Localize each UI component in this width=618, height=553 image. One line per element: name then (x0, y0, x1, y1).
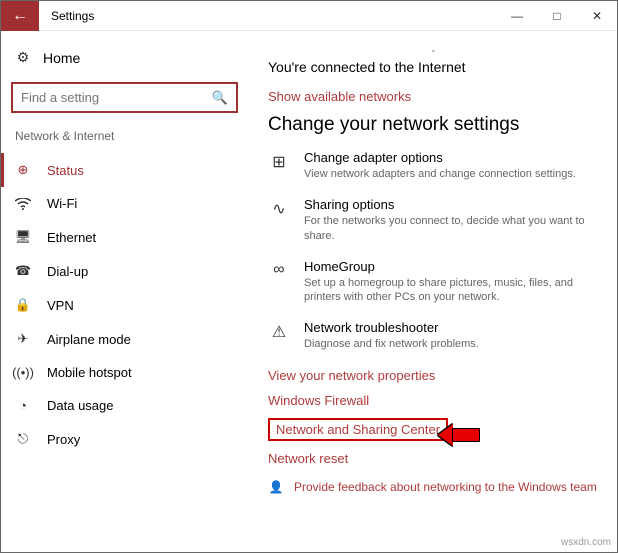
main-pane: - You're connected to the Internet Show … (248, 31, 617, 552)
option-change-adapter[interactable]: ⊞ Change adapter options View network ad… (268, 150, 599, 181)
option-desc: Diagnose and fix network problems. (304, 337, 479, 351)
section-heading: Change your network settings (268, 114, 599, 136)
search-wrap: 🔍 (11, 82, 238, 113)
search-icon: 🔍 (212, 90, 228, 106)
sidebar-home-label: Home (43, 50, 80, 66)
sidebar-item-status[interactable]: ⊕ Status (1, 153, 248, 187)
close-button[interactable]: ✕ (577, 1, 617, 31)
proxy-icon: ⎋ (15, 431, 31, 447)
collapsed-indicator: - (268, 45, 599, 57)
adapter-icon: ⊞ (268, 152, 290, 172)
content-area: ⚙ Home 🔍 Network & Internet ⊕ Status Wi-… (1, 31, 617, 552)
sidebar-item-label: Data usage (47, 398, 114, 413)
option-title: Sharing options (304, 197, 599, 212)
option-sharing[interactable]: ∿ Sharing options For the networks you c… (268, 197, 599, 243)
dialup-icon: ☎ (15, 263, 31, 279)
link-network-sharing-center[interactable]: Network and Sharing Center (276, 422, 440, 437)
feedback-icon: 👤 (268, 480, 284, 494)
option-homegroup[interactable]: ∞ HomeGroup Set up a homegroup to share … (268, 259, 599, 305)
sidebar-item-data-usage[interactable]: ◔ Data usage (1, 389, 248, 422)
sidebar-item-airplane[interactable]: ✈ Airplane mode (1, 322, 248, 356)
sidebar-item-vpn[interactable]: 🔒 VPN (1, 288, 248, 322)
sidebar-item-proxy[interactable]: ⎋ Proxy (1, 422, 248, 456)
window-title: Settings (51, 9, 94, 23)
data-usage-icon: ◔ (15, 398, 31, 413)
sidebar-home[interactable]: ⚙ Home (1, 41, 248, 74)
sidebar-item-label: Ethernet (47, 230, 96, 245)
option-desc: View network adapters and change connect… (304, 167, 576, 181)
sidebar-item-label: VPN (47, 298, 74, 313)
back-arrow-icon: ← (12, 7, 28, 25)
option-desc: For the networks you connect to, decide … (304, 214, 599, 243)
sidebar-item-label: Proxy (47, 432, 80, 447)
sidebar: ⚙ Home 🔍 Network & Internet ⊕ Status Wi-… (1, 31, 248, 552)
sidebar-item-hotspot[interactable]: ((•)) Mobile hotspot (1, 356, 248, 389)
link-network-reset[interactable]: Network reset (268, 451, 348, 466)
troubleshoot-icon: ⚠ (268, 322, 290, 342)
sidebar-item-label: Wi-Fi (47, 196, 77, 211)
sidebar-category: Network & Internet (1, 125, 248, 153)
option-title: Network troubleshooter (304, 320, 479, 335)
sidebar-item-ethernet[interactable]: 🖥 Ethernet (1, 220, 248, 254)
sharing-icon: ∿ (268, 199, 290, 219)
highlight-box: Network and Sharing Center (268, 418, 448, 441)
link-show-networks[interactable]: Show available networks (268, 89, 411, 104)
status-icon: ⊕ (15, 162, 31, 178)
sidebar-item-label: Airplane mode (47, 332, 131, 347)
search-input[interactable] (13, 84, 236, 111)
hotspot-icon: ((•)) (15, 365, 31, 380)
airplane-icon: ✈ (15, 331, 31, 347)
watermark: wsxdn.com (561, 537, 611, 548)
sidebar-item-wifi[interactable]: Wi-Fi (1, 187, 248, 220)
window-controls: — □ ✕ (497, 1, 617, 31)
option-desc: Set up a homegroup to share pictures, mu… (304, 276, 599, 305)
option-title: Change adapter options (304, 150, 576, 165)
option-title: HomeGroup (304, 259, 599, 274)
sidebar-item-label: Dial-up (47, 264, 88, 279)
maximize-button[interactable]: □ (537, 1, 577, 31)
feedback-label: Provide feedback about networking to the… (294, 480, 597, 494)
feedback-row[interactable]: 👤 Provide feedback about networking to t… (268, 480, 599, 494)
sidebar-item-dialup[interactable]: ☎ Dial-up (1, 254, 248, 288)
gear-icon: ⚙ (15, 49, 31, 66)
titlebar: ← Settings — □ ✕ (1, 1, 617, 31)
link-windows-firewall[interactable]: Windows Firewall (268, 393, 369, 408)
option-troubleshooter[interactable]: ⚠ Network troubleshooter Diagnose and fi… (268, 320, 599, 351)
back-button[interactable]: ← (1, 1, 39, 31)
wifi-icon (15, 198, 31, 210)
sidebar-nav: ⊕ Status Wi-Fi 🖥 Ethernet ☎ Dial-up 🔒 VP… (1, 153, 248, 456)
homegroup-icon: ∞ (268, 261, 290, 279)
sidebar-item-label: Mobile hotspot (47, 365, 132, 380)
minimize-button[interactable]: — (497, 1, 537, 31)
sidebar-item-label: Status (47, 163, 84, 178)
link-view-properties[interactable]: View your network properties (268, 368, 435, 383)
ethernet-icon: 🖥 (15, 229, 31, 245)
connection-status: You're connected to the Internet (268, 59, 599, 75)
vpn-icon: 🔒 (15, 297, 31, 313)
